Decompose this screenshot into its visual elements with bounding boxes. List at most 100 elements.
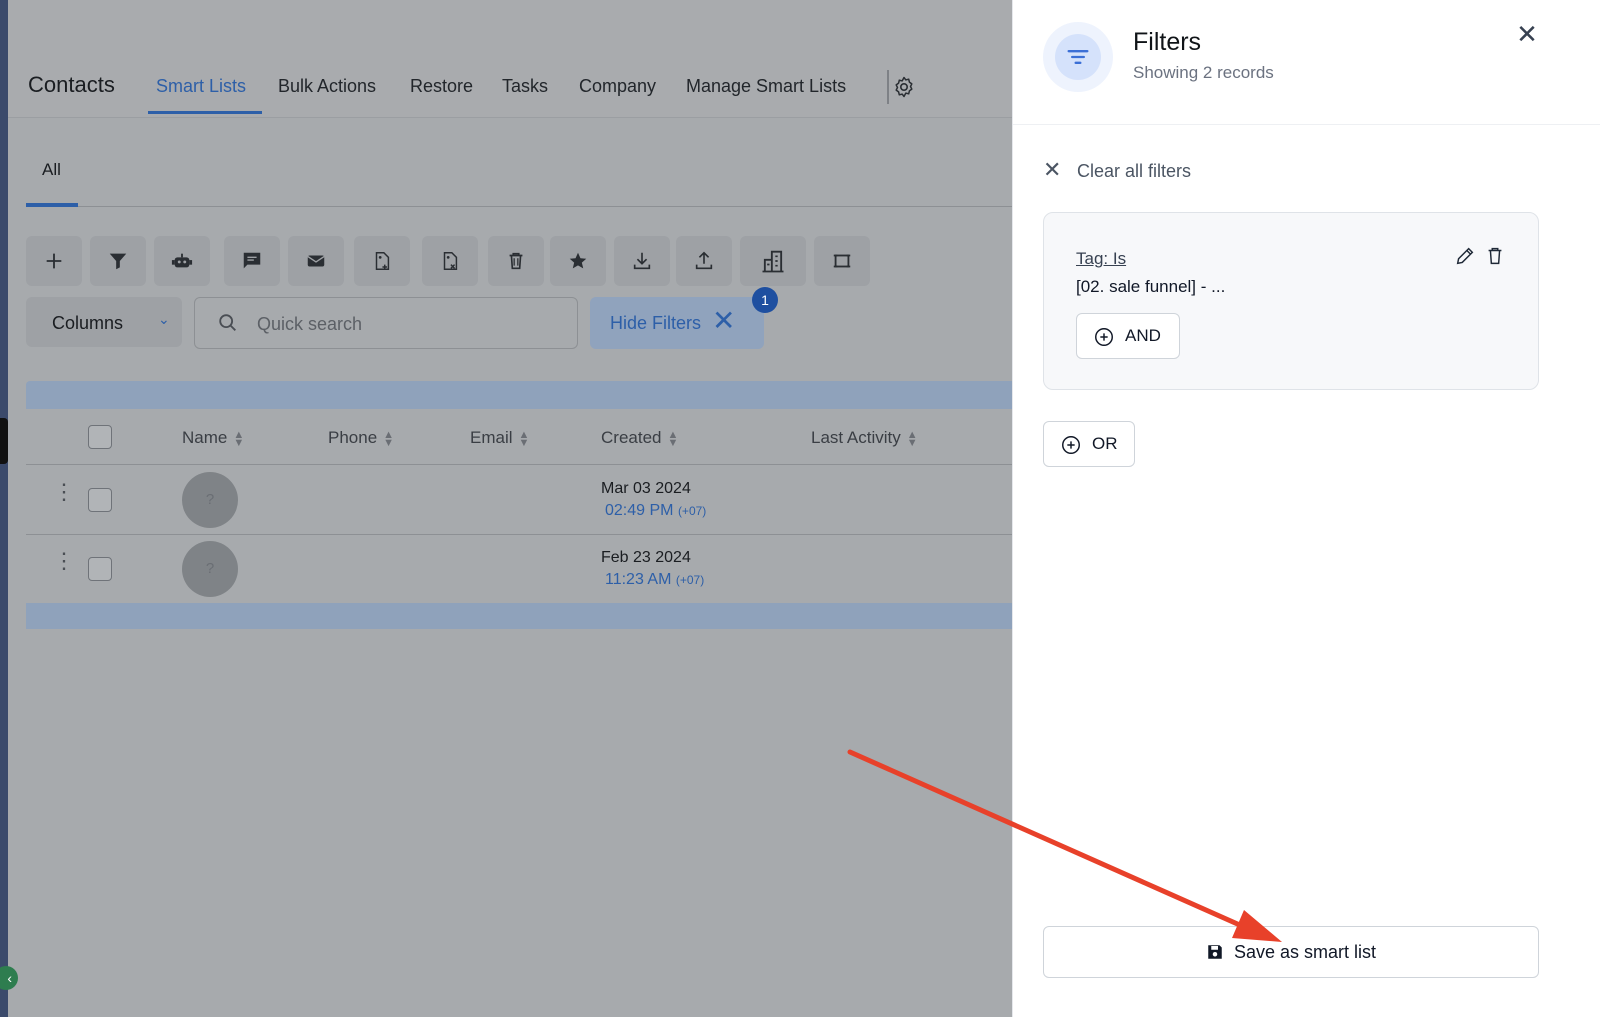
sort-icon: ▲ ▼ [906, 428, 918, 449]
hide-filters-label: Hide Filters [610, 313, 702, 333]
filter-badge [1043, 22, 1113, 92]
subtab-all[interactable]: All [42, 160, 61, 180]
delete-button[interactable] [488, 236, 544, 286]
save-icon [1208, 945, 1222, 959]
column-last-activity-label: Last Activity [811, 428, 901, 447]
created-date: Feb 23 2024 [601, 549, 691, 566]
add-or-group-button[interactable]: OR [1043, 421, 1135, 467]
row-checkbox[interactable] [88, 557, 112, 581]
column-header-name[interactable]: Name ▲ ▼ [182, 428, 244, 448]
search-icon [219, 314, 236, 331]
nav-manage-smart-lists[interactable]: Manage Smart Lists [686, 76, 846, 97]
search-input[interactable] [257, 312, 557, 336]
and-label: AND [1125, 326, 1161, 345]
created-time-value: 11:23 AM [605, 571, 672, 588]
avatar[interactable]: ? [182, 472, 238, 528]
columns-dropdown[interactable]: Columns ⌄ [26, 297, 182, 347]
filter-icon [109, 253, 127, 270]
trash-icon [509, 252, 523, 270]
filter-button[interactable] [90, 236, 146, 286]
add-and-condition-button[interactable]: AND [1076, 313, 1180, 359]
gear-icon[interactable] [892, 75, 916, 99]
table-top-bar [26, 381, 1032, 409]
filters-drawer: Filters Showing 2 records ✕ ✕ Clear all f… [1012, 0, 1600, 1017]
close-drawer-button[interactable]: ✕ [1513, 20, 1541, 48]
column-name-label: Name [182, 428, 228, 447]
tag-remove-icon [443, 252, 458, 270]
column-phone-label: Phone [328, 428, 378, 447]
created-time-value: 02:49 PM [605, 502, 674, 519]
nav-company[interactable]: Company [579, 76, 656, 97]
trash-icon[interactable] [1484, 245, 1506, 267]
pencil-icon[interactable] [1454, 245, 1476, 267]
automation-button[interactable] [154, 236, 210, 286]
nav-tasks[interactable]: Tasks [502, 76, 548, 97]
filter-condition-label[interactable]: Tag: Is [1076, 249, 1126, 269]
tag-add-icon [375, 252, 390, 270]
avatar[interactable]: ? [182, 541, 238, 597]
sort-icon: ▲ ▼ [518, 428, 530, 449]
chevron-down-icon: ⌄ [158, 311, 170, 327]
row-checkbox[interactable] [88, 488, 112, 512]
select-all-checkbox[interactable] [88, 425, 112, 449]
nav-restore[interactable]: Restore [410, 76, 473, 97]
filter-count-badge: 1 [752, 287, 778, 313]
column-header-last-activity[interactable]: Last Activity ▲ ▼ [811, 428, 918, 448]
sort-icon: ▲ ▼ [383, 428, 395, 449]
quick-search[interactable] [194, 297, 578, 349]
row-menu-icon[interactable]: ⋮ [53, 550, 75, 572]
column-created-label: Created [601, 428, 662, 447]
merge-button[interactable] [814, 236, 870, 286]
nav-divider [887, 70, 889, 104]
created-time: 11:23 AM (+07) [605, 571, 704, 589]
column-header-created[interactable]: Created ▲ ▼ [601, 428, 678, 448]
close-icon: ✕ [1516, 19, 1538, 49]
add-contact-button[interactable] [26, 236, 82, 286]
save-as-smart-list-button[interactable]: Save as smart list [1043, 926, 1539, 978]
nav-bulk-actions[interactable]: Bulk Actions [278, 76, 376, 97]
active-nav-indicator [148, 111, 262, 114]
columns-label: Columns [52, 313, 124, 333]
contacts-main: Contacts Smart Lists Bulk Actions Restor… [8, 0, 1032, 1017]
add-tag-button[interactable] [354, 236, 410, 286]
star-icon [569, 252, 587, 269]
import-button[interactable] [614, 236, 670, 286]
table-header: Name ▲ ▼ Phone ▲ ▼ Email ▲ ▼ Created ▲ ▼ Last Ac… [26, 409, 1032, 465]
close-icon: ✕ [1043, 157, 1062, 182]
save-label: Save as smart list [1233, 941, 1377, 962]
merge-icon [833, 254, 851, 268]
chevron-left-icon: ‹ [7, 970, 12, 986]
created-time: 02:49 PM (+07) [605, 502, 706, 520]
clear-all-label: Clear all filters [1077, 161, 1192, 181]
page-title: Contacts [28, 72, 115, 97]
created-date: Mar 03 2024 [601, 480, 691, 497]
plus-circle-icon [1095, 328, 1113, 346]
sort-icon: ▲ ▼ [233, 428, 245, 449]
table-row[interactable]: ⋮ ? Mar 03 2024 02:49 PM (+07) [26, 466, 1032, 535]
close-icon: ✕ [712, 305, 736, 336]
filter-group-card: Tag: Is [02. sale funnel] - ... AND [1043, 212, 1539, 390]
review-request-button[interactable] [550, 236, 606, 286]
row-menu-icon[interactable]: ⋮ [53, 481, 75, 503]
or-label: OR [1092, 434, 1118, 453]
records-count: Showing 2 records [1133, 63, 1274, 82]
nav-smart-lists[interactable]: Smart Lists [156, 76, 246, 97]
table-footer-bar [26, 603, 1032, 629]
column-email-label: Email [470, 428, 513, 447]
send-email-button[interactable] [288, 236, 344, 286]
hide-filters-button[interactable]: Hide Filters ✕ [590, 297, 764, 349]
column-header-phone[interactable]: Phone ▲ ▼ [328, 428, 394, 448]
drawer-title: Filters [1133, 28, 1202, 56]
export-button[interactable] [676, 236, 732, 286]
company-button[interactable] [740, 236, 806, 286]
side-handle[interactable] [0, 418, 8, 464]
filter-condition-value: [02. sale funnel] - ... [1076, 277, 1226, 296]
subtab-divider [26, 206, 1032, 207]
timezone-offset: (+07) [677, 504, 707, 518]
remove-tag-button[interactable] [422, 236, 478, 286]
column-header-email[interactable]: Email ▲ ▼ [470, 428, 529, 448]
table-row[interactable]: ⋮ ? Feb 23 2024 11:23 AM (+07) [26, 535, 1032, 604]
send-sms-button[interactable] [224, 236, 280, 286]
building-icon [762, 250, 784, 273]
clear-all-filters-button[interactable]: ✕ Clear all filters [1043, 157, 1191, 183]
